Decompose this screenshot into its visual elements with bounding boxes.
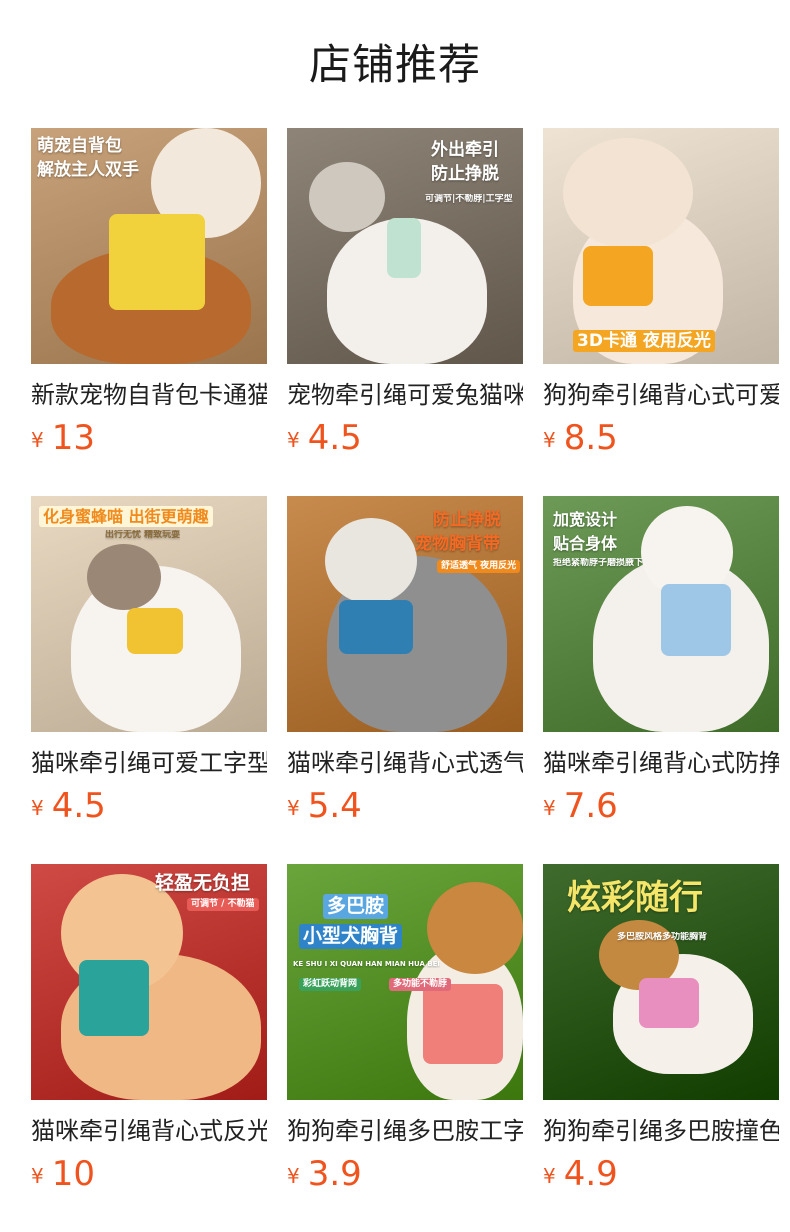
image-promo-text: 防止挣脱 [431, 164, 499, 184]
currency-symbol: ¥ [543, 1164, 556, 1188]
currency-symbol: ¥ [31, 796, 44, 820]
image-promo-text: 防止挣脱 [433, 510, 501, 530]
product-image[interactable]: 萌宠自背包解放主人双手 [31, 128, 267, 364]
image-promo-text: KE SHU I XI QUAN HAN MIAN HUA BEI [293, 960, 441, 968]
image-promo-text: 舒适透气 夜用反光 [437, 560, 521, 573]
product-name[interactable]: 宠物牵引绳可爱兔猫咪胸背带 [287, 378, 523, 412]
product-image[interactable]: 3D卡通 夜用反光 [543, 128, 779, 364]
product-image[interactable]: 多巴胺小型犬胸背 KE SHU I XI QUAN HAN MIAN HUA BE… [287, 864, 523, 1100]
harness-shape [423, 984, 503, 1064]
currency-symbol: ¥ [543, 796, 556, 820]
price-amount: 7.6 [563, 786, 618, 826]
product-name[interactable]: 猫咪牵引绳背心式防挣脱 [543, 746, 779, 780]
product-card[interactable]: 3D卡通 夜用反光狗狗牵引绳背心式可爱卡通 ¥8.5 [543, 128, 779, 496]
pet-head-shape [427, 882, 523, 974]
price-amount: 8.5 [563, 418, 618, 458]
currency-symbol: ¥ [543, 428, 556, 452]
product-name[interactable]: 猫咪牵引绳背心式透气胸背带 [287, 746, 523, 780]
currency-symbol: ¥ [287, 796, 300, 820]
image-promo-text: 宠物胸背带 [415, 534, 500, 554]
image-promo-text: 拒绝紧勒脖子磨损腋下 [553, 558, 644, 568]
product-price: ¥4.5 [287, 417, 362, 459]
product-image[interactable]: 炫彩随行多巴胺风格多功能胸背 [543, 864, 779, 1100]
price-amount: 4.5 [307, 418, 362, 458]
product-card[interactable]: 多巴胺小型犬胸背 KE SHU I XI QUAN HAN MIAN HUA BE… [287, 864, 523, 1232]
product-price: ¥13 [31, 417, 95, 459]
image-promo-text: 可调节 / 不勒猫 [187, 898, 259, 911]
product-card[interactable]: 加宽设计贴合身体拒绝紧勒脖子磨损腋下猫咪牵引绳背心式防挣脱 ¥7.6 [543, 496, 779, 864]
product-price: ¥3.9 [287, 1153, 362, 1195]
product-name[interactable]: 新款宠物自背包卡通猫咪牵引绳 [31, 378, 267, 412]
harness-shape [583, 246, 653, 306]
product-price: ¥5.4 [287, 785, 362, 827]
image-promo-text: 3D卡通 夜用反光 [573, 330, 715, 353]
image-promo-text: 出行无忧 精致玩耍 [105, 530, 181, 540]
price-amount: 13 [51, 418, 95, 458]
product-price: ¥10 [31, 1153, 95, 1195]
product-card[interactable]: 防止挣脱宠物胸背带舒适透气 夜用反光猫咪牵引绳背心式透气胸背带 ¥5.4 [287, 496, 523, 864]
image-promo-text: 化身蜜蜂喵 出街更萌趣 [39, 506, 213, 528]
currency-symbol: ¥ [287, 1164, 300, 1188]
product-card[interactable]: 轻盈无负担可调节 / 不勒猫猫咪牵引绳背心式反光胸背带 ¥10 [31, 864, 267, 1232]
product-name[interactable]: 狗狗牵引绳背心式可爱卡通 [543, 378, 779, 412]
product-card[interactable]: 化身蜜蜂喵 出街更萌趣出行无忧 精致玩耍猫咪牵引绳可爱工字型胸背带 ¥4.5 [31, 496, 267, 864]
price-amount: 4.9 [563, 1154, 618, 1194]
product-price: ¥8.5 [543, 417, 618, 459]
harness-shape [127, 608, 183, 654]
price-amount: 5.4 [307, 786, 362, 826]
product-card[interactable]: 萌宠自背包解放主人双手新款宠物自背包卡通猫咪牵引绳 ¥13 [31, 128, 267, 496]
product-card[interactable]: 炫彩随行多巴胺风格多功能胸背狗狗牵引绳多巴胺撞色胸背 ¥4.9 [543, 864, 779, 1232]
page-title: 店铺推荐 [308, 40, 481, 89]
pet-head-shape [309, 162, 385, 232]
image-promo-text: 炫彩随行 [567, 878, 703, 918]
price-amount: 4.5 [51, 786, 106, 826]
product-name[interactable]: 狗狗牵引绳多巴胺撞色胸背 [543, 1114, 779, 1148]
product-image[interactable]: 化身蜜蜂喵 出街更萌趣出行无忧 精致玩耍 [31, 496, 267, 732]
store-recommendations-page: 店铺推荐 萌宠自背包解放主人双手新款宠物自背包卡通猫咪牵引绳 ¥13 外出牵引防止挣… [0, 0, 790, 1232]
product-price: ¥4.5 [31, 785, 106, 827]
currency-symbol: ¥ [31, 1164, 44, 1188]
product-image[interactable]: 防止挣脱宠物胸背带舒适透气 夜用反光 [287, 496, 523, 732]
image-promo-text: 多功能不勒脖 [389, 978, 452, 991]
image-promo-text: 贴合身体 [553, 534, 618, 553]
image-promo-text: 轻盈无负担 [155, 872, 251, 894]
pet-head-shape [325, 518, 417, 604]
currency-symbol: ¥ [31, 428, 44, 452]
image-promo-text: 小型犬胸背 [299, 924, 403, 949]
image-promo-text: 可调节|不勒脖|工字型 [425, 194, 513, 204]
image-promo-text: 多巴胺 [323, 894, 389, 919]
image-promo-text: 彩虹跃动背网 [299, 978, 362, 991]
product-card[interactable]: 外出牵引防止挣脱可调节|不勒脖|工字型宠物牵引绳可爱兔猫咪胸背带 ¥4.5 [287, 128, 523, 496]
image-promo-text: 解放主人双手 [37, 160, 139, 180]
product-name[interactable]: 猫咪牵引绳背心式反光胸背带 [31, 1114, 267, 1148]
image-promo-text: 加宽设计 [553, 510, 618, 529]
pet-head-shape [87, 544, 161, 610]
harness-shape [639, 978, 699, 1028]
currency-symbol: ¥ [287, 428, 300, 452]
product-price: ¥7.6 [543, 785, 618, 827]
harness-shape [109, 214, 205, 310]
product-image[interactable]: 外出牵引防止挣脱可调节|不勒脖|工字型 [287, 128, 523, 364]
image-promo-text: 萌宠自背包 [37, 136, 122, 156]
harness-shape [339, 600, 413, 654]
product-name[interactable]: 猫咪牵引绳可爱工字型胸背带 [31, 746, 267, 780]
image-promo-text: 多巴胺风格多功能胸背 [617, 932, 708, 942]
price-amount: 3.9 [307, 1154, 362, 1194]
pet-head-shape [563, 138, 693, 248]
product-image[interactable]: 轻盈无负担可调节 / 不勒猫 [31, 864, 267, 1100]
product-name[interactable]: 狗狗牵引绳多巴胺工字型 [287, 1114, 523, 1148]
product-grid: 萌宠自背包解放主人双手新款宠物自背包卡通猫咪牵引绳¥13外出牵引防止挣脱可调节|… [31, 128, 781, 1232]
harness-shape [387, 218, 421, 278]
harness-shape [79, 960, 149, 1036]
image-promo-text: 外出牵引 [431, 140, 499, 160]
harness-shape [661, 584, 731, 656]
product-image[interactable]: 加宽设计贴合身体拒绝紧勒脖子磨损腋下 [543, 496, 779, 732]
price-amount: 10 [51, 1154, 95, 1194]
product-price: ¥4.9 [543, 1153, 618, 1195]
